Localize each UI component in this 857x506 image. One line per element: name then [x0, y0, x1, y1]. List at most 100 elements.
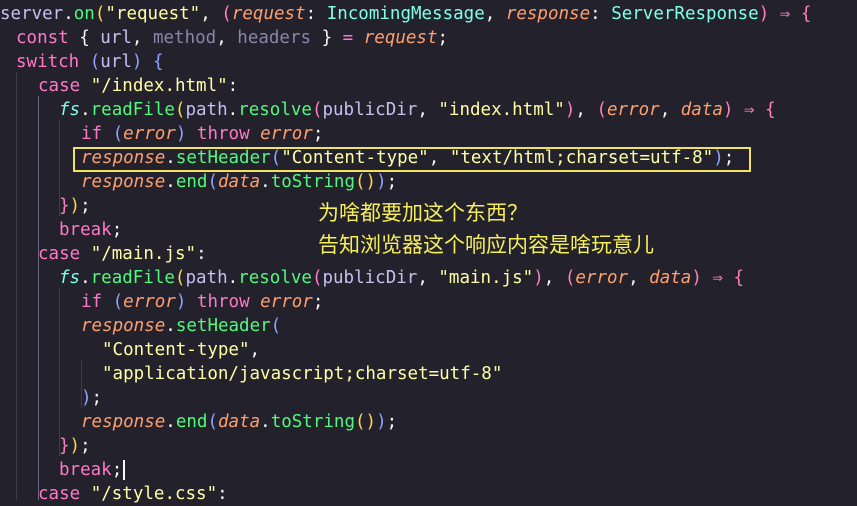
token: const [16, 28, 69, 48]
code-line-16[interactable]: "application/javascript;charset=utf-8" [102, 362, 502, 386]
token: data [218, 172, 261, 192]
token: response [505, 4, 591, 24]
token: ) [758, 4, 780, 24]
token: } [59, 436, 70, 456]
token: = [342, 28, 354, 48]
code-line-19[interactable]: }); [59, 434, 91, 458]
token: ⇒ [744, 100, 755, 120]
token: : [227, 76, 239, 96]
code-line-2[interactable]: const { url, method, headers } = request… [16, 26, 448, 50]
token: if [81, 292, 103, 312]
code-editor[interactable]: server.on("request", (request: IncomingM… [0, 0, 857, 504]
code-line-15[interactable]: "Content-type", [102, 338, 260, 362]
code-line-17[interactable]: ); [81, 386, 102, 410]
token: publicDir [322, 268, 418, 288]
token: , [216, 28, 238, 48]
token: { [152, 52, 164, 72]
token: ) [376, 412, 387, 432]
token: ) [175, 124, 197, 144]
token: path [185, 268, 228, 288]
token: ; [437, 28, 449, 48]
token: ; [312, 292, 324, 312]
code-line-11[interactable]: case "/main.js": [38, 242, 207, 266]
token: ; [111, 460, 123, 480]
indent-guide [59, 288, 60, 456]
token: . [80, 268, 91, 288]
token: url [100, 52, 132, 72]
token: throw [196, 292, 250, 312]
code-line-21[interactable]: case "/style.css": [38, 482, 228, 506]
token: ) [533, 268, 544, 288]
token: headers [237, 28, 312, 48]
token: : [196, 244, 207, 264]
token: } [311, 28, 343, 48]
token: ; [312, 124, 324, 144]
token: : [305, 4, 327, 24]
token: ( [270, 316, 282, 336]
token: ( [207, 172, 218, 192]
token: request [231, 4, 306, 24]
token: ( [94, 4, 106, 24]
token: IncomingMessage [326, 4, 485, 24]
code-line-6[interactable]: if (error) throw error; [81, 122, 323, 146]
token: toString [270, 172, 355, 192]
token: ( [564, 268, 576, 288]
token: "main.js" [438, 268, 534, 288]
token: "/main.js" [90, 244, 197, 264]
code-line-8[interactable]: response.end(data.toString()); [81, 170, 397, 194]
token: ) [175, 292, 197, 312]
code-line-13[interactable]: if (error) throw error; [81, 290, 323, 314]
token: ) [69, 196, 81, 216]
token: ( [596, 100, 607, 120]
token: . [260, 172, 271, 192]
token: throw [196, 124, 250, 144]
token: method [152, 28, 217, 48]
code-line-4[interactable]: case "/index.html": [38, 74, 238, 98]
token: , [131, 28, 153, 48]
token: ( [311, 100, 323, 120]
token: publicDir [322, 100, 418, 120]
token: data [218, 412, 261, 432]
token: , [659, 100, 681, 120]
token: ( [174, 268, 186, 288]
token: error [123, 292, 176, 312]
code-line-3[interactable]: switch (url) { [16, 50, 164, 74]
code-line-12[interactable]: fs.readFile(path.resolve(publicDir, "mai… [59, 266, 744, 290]
code-line-9[interactable]: }); [59, 194, 91, 218]
code-line-18[interactable]: response.end(data.toString()); [81, 410, 397, 434]
token: ) [376, 172, 387, 192]
token: readFile [90, 268, 175, 288]
code-line-20[interactable]: break; [59, 458, 122, 482]
token: "index.html" [438, 100, 565, 120]
token: . [80, 100, 91, 120]
code-line-5[interactable]: fs.readFile(path.resolve(publicDir, "ind… [59, 98, 776, 122]
token: ; [111, 220, 123, 240]
token: ; [91, 388, 103, 408]
token: ) [722, 100, 744, 120]
token: , [543, 268, 565, 288]
indent-guide [16, 72, 17, 500]
token: ( [102, 292, 124, 312]
token: () [355, 412, 377, 432]
token: : [590, 4, 612, 24]
code-line-14[interactable]: response.setHeader( [81, 314, 281, 338]
token: ) [81, 388, 92, 408]
token: { [733, 268, 745, 288]
code-line-1[interactable]: server.on("request", (request: IncomingM… [0, 2, 811, 26]
token: . [227, 100, 239, 120]
token: ) [131, 52, 153, 72]
token: fs [59, 268, 81, 288]
token: : [217, 484, 228, 504]
token: . [260, 412, 271, 432]
code-line-10[interactable]: break; [59, 218, 122, 242]
token: response [81, 316, 166, 336]
token: . [227, 268, 239, 288]
token: , [484, 4, 506, 24]
token: ; [80, 196, 91, 216]
